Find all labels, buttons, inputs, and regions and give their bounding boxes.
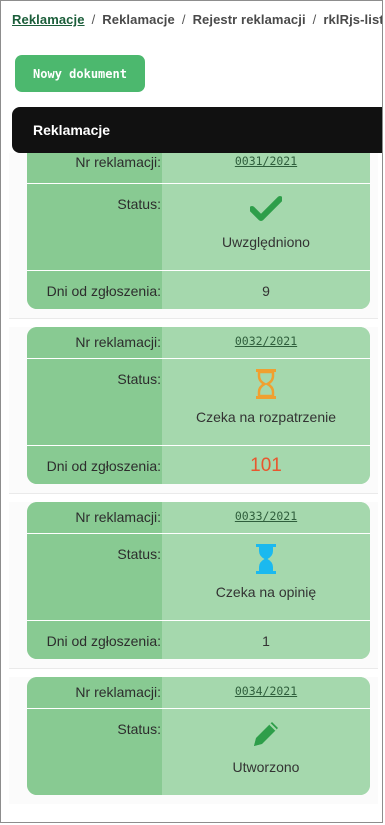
pencil-icon <box>250 717 282 751</box>
list-item: Nr reklamacji: 0031/2021 Status: Uwzględ… <box>9 153 378 319</box>
days-label: Dni od zgłoszenia: <box>27 446 162 484</box>
breadcrumb-item-current: rklRjs-lista <box>323 12 382 27</box>
status-value: Czeka na opinię <box>162 534 370 620</box>
list-item: Nr reklamacji: 0034/2021 Status: Utworzo… <box>9 677 378 805</box>
status-value: Czeka na rozpatrzenie <box>162 359 370 445</box>
nr-label: Nr reklamacji: <box>27 327 162 358</box>
row-status: Status: Uwzględniono <box>27 184 370 271</box>
app-frame: Reklamacje / Reklamacje / Rejestr reklamacji… <box>0 0 383 823</box>
nr-label: Nr reklamacji: <box>27 502 162 533</box>
status-label: Status: <box>27 184 162 270</box>
row-nr: Nr reklamacji: 0031/2021 <box>27 153 370 184</box>
row-days: Dni od zgłoszenia: 101 <box>27 446 370 484</box>
panel-title: Reklamacje <box>33 122 111 138</box>
records-list: Nr reklamacji: 0031/2021 Status: Uwzględ… <box>9 153 378 813</box>
breadcrumb-item-rejestr: Rejestr reklamacji <box>192 12 306 27</box>
record-card: Nr reklamacji: 0034/2021 Status: Utworzo… <box>27 677 370 795</box>
record-number-link[interactable]: 0031/2021 <box>235 154 297 168</box>
days-label: Dni od zgłoszenia: <box>27 621 162 659</box>
panel-header: Reklamacje <box>12 107 382 153</box>
row-status: Status: Utworzono <box>27 709 370 795</box>
row-days: Dni od zgłoszenia: 9 <box>27 271 370 309</box>
days-value: 1 <box>162 621 370 659</box>
record-number-link[interactable]: 0033/2021 <box>235 509 297 523</box>
list-item: Nr reklamacji: 0033/2021 Status: Czeka n… <box>9 502 378 669</box>
list-item: Nr reklamacji: 0032/2021 Status: Czeka n… <box>9 327 378 494</box>
days-count-overdue: 101 <box>250 455 282 476</box>
row-nr: Nr reklamacji: 0034/2021 <box>27 677 370 709</box>
days-label: Dni od zgłoszenia: <box>27 271 162 309</box>
days-value: 9 <box>162 271 370 309</box>
status-label: Status: <box>27 534 162 620</box>
row-days: Dni od zgłoszenia: 1 <box>27 621 370 659</box>
status-value: Uwzględniono <box>162 184 370 270</box>
breadcrumb-link-reklamacje[interactable]: Reklamacje <box>12 12 85 27</box>
hourglass-outline-icon <box>255 367 277 401</box>
nr-value: 0033/2021 <box>162 502 370 533</box>
check-icon <box>250 192 282 226</box>
row-status: Status: Czeka na rozpatrzenie <box>27 359 370 446</box>
nr-label: Nr reklamacji: <box>27 677 162 708</box>
row-nr: Nr reklamacji: 0033/2021 <box>27 502 370 534</box>
row-nr: Nr reklamacji: 0032/2021 <box>27 327 370 359</box>
breadcrumb-separator: / <box>181 12 186 27</box>
nr-value: 0032/2021 <box>162 327 370 358</box>
record-card: Nr reklamacji: 0033/2021 Status: Czeka n… <box>27 502 370 659</box>
record-card: Nr reklamacji: 0032/2021 Status: Czeka n… <box>27 327 370 484</box>
days-count: 9 <box>262 283 270 299</box>
row-status: Status: Czeka na opinię <box>27 534 370 621</box>
status-text: Uwzględniono <box>222 234 310 250</box>
record-number-link[interactable]: 0034/2021 <box>235 684 297 698</box>
nr-label: Nr reklamacji: <box>27 153 162 183</box>
status-text: Utworzono <box>232 759 300 775</box>
record-card: Nr reklamacji: 0031/2021 Status: Uwzględ… <box>27 153 370 309</box>
hourglass-filled-icon <box>255 542 277 576</box>
breadcrumb-separator: / <box>91 12 96 27</box>
nr-value: 0034/2021 <box>162 677 370 708</box>
new-document-button[interactable]: Nowy dokument <box>15 55 145 92</box>
breadcrumb: Reklamacje / Reklamacje / Rejestr reklamacji… <box>12 12 382 27</box>
days-count: 1 <box>262 633 270 649</box>
status-text: Czeka na rozpatrzenie <box>195 409 337 425</box>
breadcrumb-separator: / <box>312 12 317 27</box>
record-number-link[interactable]: 0032/2021 <box>235 334 297 348</box>
days-value: 101 <box>162 446 370 484</box>
status-label: Status: <box>27 709 162 795</box>
nr-value: 0031/2021 <box>162 153 370 183</box>
status-value: Utworzono <box>162 709 370 795</box>
status-text: Czeka na opinię <box>215 584 317 600</box>
breadcrumb-item-reklamacje: Reklamacje <box>102 12 175 27</box>
bottom-spacer <box>1 804 382 822</box>
status-label: Status: <box>27 359 162 445</box>
